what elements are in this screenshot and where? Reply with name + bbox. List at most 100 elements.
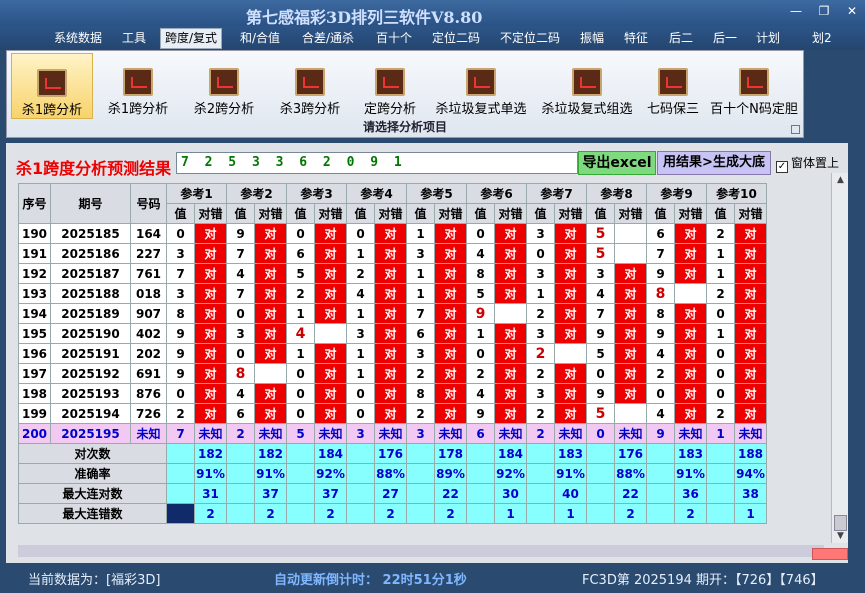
cell-result: 未知 (374, 423, 407, 444)
minimize-button[interactable]: — (786, 4, 806, 18)
vertical-scrollbar[interactable]: ▲ ▼ (831, 173, 848, 543)
menu-span-compound[interactable]: 跨度/复式 (160, 28, 223, 49)
kill-junk-compound-group-button[interactable]: 杀垃圾复式组选 (535, 53, 639, 119)
kill2-span-analysis-button[interactable]: 杀2跨分析 (183, 53, 265, 119)
cell-result: 对 (254, 383, 287, 404)
table-row[interactable]: 195 2025190 402 9 对 3 对 4 3 对 6 对 1 对 3 对 9 对 9 对 1 对 (18, 323, 767, 344)
maximize-button[interactable]: ❐ (814, 4, 834, 18)
stat-value: 91% (554, 463, 587, 484)
cell-result: 对 (674, 263, 707, 284)
cell-result: 未知 (314, 423, 347, 444)
horizontal-scrollbar[interactable] (18, 545, 824, 557)
export-excel-button[interactable]: 导出excel (578, 151, 656, 175)
menu-plan2[interactable]: 划2 (808, 29, 836, 47)
current-data-status: 当前数据为：[福彩3D] (28, 573, 161, 588)
topmost-label: 窗体置上 (791, 156, 840, 170)
result-field[interactable]: 7 2 5 3 3 6 2 0 9 1 (176, 152, 578, 174)
stat-spacer (526, 463, 555, 484)
cell-value: 2 (406, 363, 435, 384)
menu-feature[interactable]: 特征 (620, 29, 652, 47)
stat-spacer (406, 463, 435, 484)
stat-row: 准确率 91% 91% 92% 88% 89% 92% 91% 88% 91% 94% (18, 463, 767, 484)
kill1-span-analysis-button[interactable]: 杀1跨分析 (11, 53, 93, 119)
menu-plan[interactable]: 计划 (752, 29, 784, 47)
menu-position-two[interactable]: 定位二码 (428, 29, 484, 47)
cell-result: 对 (194, 323, 227, 344)
table-row[interactable]: 199 2025194 726 2 对 6 对 0 对 0 对 2 对 9 对 2 对 5 4 对 2 对 (18, 403, 767, 424)
scroll-down-icon[interactable]: ▼ (832, 529, 849, 543)
stat-value: 88% (374, 463, 407, 484)
cell-result: 对 (194, 403, 227, 424)
stat-value: 188 (734, 443, 767, 464)
stat-spacer (346, 443, 375, 464)
cell-value: 0 (166, 383, 195, 404)
table-row[interactable]: 190 2025185 164 0 对 9 对 0 对 0 对 1 对 0 对 3 对 5 6 对 2 对 (18, 223, 767, 244)
table-row[interactable]: 193 2025188 018 3 对 7 对 2 对 4 对 1 对 5 对 1 对 4 对 8 2 对 (18, 283, 767, 304)
generate-base-button[interactable]: 用结果>生成大底 (657, 151, 771, 175)
scroll-up-icon[interactable]: ▲ (832, 173, 849, 187)
cell-value: 0 (286, 223, 315, 244)
hundreds-n-code-button[interactable]: 百十个N码定胆 (707, 53, 801, 119)
cell-result: 对 (734, 363, 767, 384)
cell-result: 对 (434, 383, 467, 404)
menu-hundreds-tens-ones[interactable]: 百十个 (372, 29, 416, 47)
cell-value: 3 (406, 423, 435, 444)
stat-spacer (586, 483, 615, 504)
row-seq: 193 (18, 283, 51, 304)
kill1-span-analysis-2-button[interactable]: 杀1跨分析 (97, 53, 179, 119)
table-row[interactable]: 191 2025186 227 3 对 7 对 6 对 1 对 3 对 4 对 0 对 5 7 对 1 对 (18, 243, 767, 264)
cell-result: 对 (194, 343, 227, 364)
table-row[interactable]: 196 2025191 202 9 对 0 对 1 对 1 对 3 对 0 对 2 5 对 4 对 0 对 (18, 343, 767, 364)
cell-value: 3 (166, 283, 195, 304)
cell-result: 对 (614, 303, 647, 324)
cell-value: 6 (646, 223, 675, 244)
menu-last-two[interactable]: 后二 (665, 29, 697, 47)
menu-amplitude[interactable]: 振幅 (576, 29, 608, 47)
cell-value: 9 (466, 303, 495, 324)
resize-grip[interactable] (812, 548, 848, 560)
row-period: 2025191 (50, 343, 131, 364)
fixed-span-analysis-button[interactable]: 定跨分析 (355, 53, 425, 119)
kill-junk-compound-single-button[interactable]: 杀垃圾复式单选 (429, 53, 533, 119)
cell-value: 0 (226, 343, 255, 364)
stat-spacer (526, 483, 555, 504)
cell-value: 8 (166, 303, 195, 324)
menu-unpositioned-two[interactable]: 不定位二码 (496, 29, 564, 47)
kill3-span-analysis-button[interactable]: 杀3跨分析 (269, 53, 351, 119)
menu-sum[interactable]: 和/合值 (236, 29, 284, 47)
cell-value: 2 (706, 283, 735, 304)
stat-spacer (466, 503, 495, 524)
stat-spacer (646, 463, 675, 484)
cell-value: 6 (406, 323, 435, 344)
cell-value: 1 (406, 283, 435, 304)
cell-value: 9 (166, 363, 195, 384)
expand-icon[interactable] (791, 125, 800, 134)
menu-last-one[interactable]: 后一 (709, 29, 741, 47)
topmost-checkbox[interactable]: ✓ 窗体置上 (776, 154, 839, 173)
cell-value: 2 (406, 403, 435, 424)
cell-result: 未知 (254, 423, 287, 444)
stat-value: 37 (314, 483, 347, 504)
stat-value: 183 (554, 443, 587, 464)
cell-value: 6 (286, 243, 315, 264)
table-row[interactable]: 197 2025192 691 9 对 8 0 对 1 对 2 对 2 对 2 对 0 对 2 对 0 对 (18, 363, 767, 384)
cell-value: 2 (166, 403, 195, 424)
menu-diff-kill[interactable]: 合差/通杀 (298, 29, 358, 47)
stat-value: 1 (734, 503, 767, 524)
cell-result: 对 (734, 343, 767, 364)
header-ref: 参考7 (526, 183, 587, 204)
table-row[interactable]: 198 2025193 876 0 对 4 对 0 对 0 对 8 对 4 对 3 对 9 对 0 对 0 对 (18, 383, 767, 404)
cell-value: 0 (706, 363, 735, 384)
table-row[interactable]: 194 2025189 907 8 对 0 对 1 对 1 对 7 对 9 2 对 7 对 8 对 0 对 (18, 303, 767, 324)
cell-value: 0 (286, 363, 315, 384)
pending-row[interactable]: 200 2025195 未知 7 未知 2 未知 5 未知 3 未知 3 未知 6 未知 2 未知 0 未知 9 未知 1… (18, 423, 767, 444)
seven-code-keep-three-button[interactable]: 七码保三 (641, 53, 705, 119)
cell-result: 对 (374, 303, 407, 324)
close-button[interactable]: ✕ (842, 4, 862, 18)
row-code: 761 (130, 263, 167, 284)
cell-value: 0 (226, 303, 255, 324)
menu-system-data[interactable]: 系统数据 (50, 29, 106, 47)
cell-value: 4 (226, 383, 255, 404)
menu-tools[interactable]: 工具 (118, 29, 150, 47)
table-row[interactable]: 192 2025187 761 7 对 4 对 5 对 2 对 1 对 8 对 3 对 3 对 9 对 1 对 (18, 263, 767, 284)
